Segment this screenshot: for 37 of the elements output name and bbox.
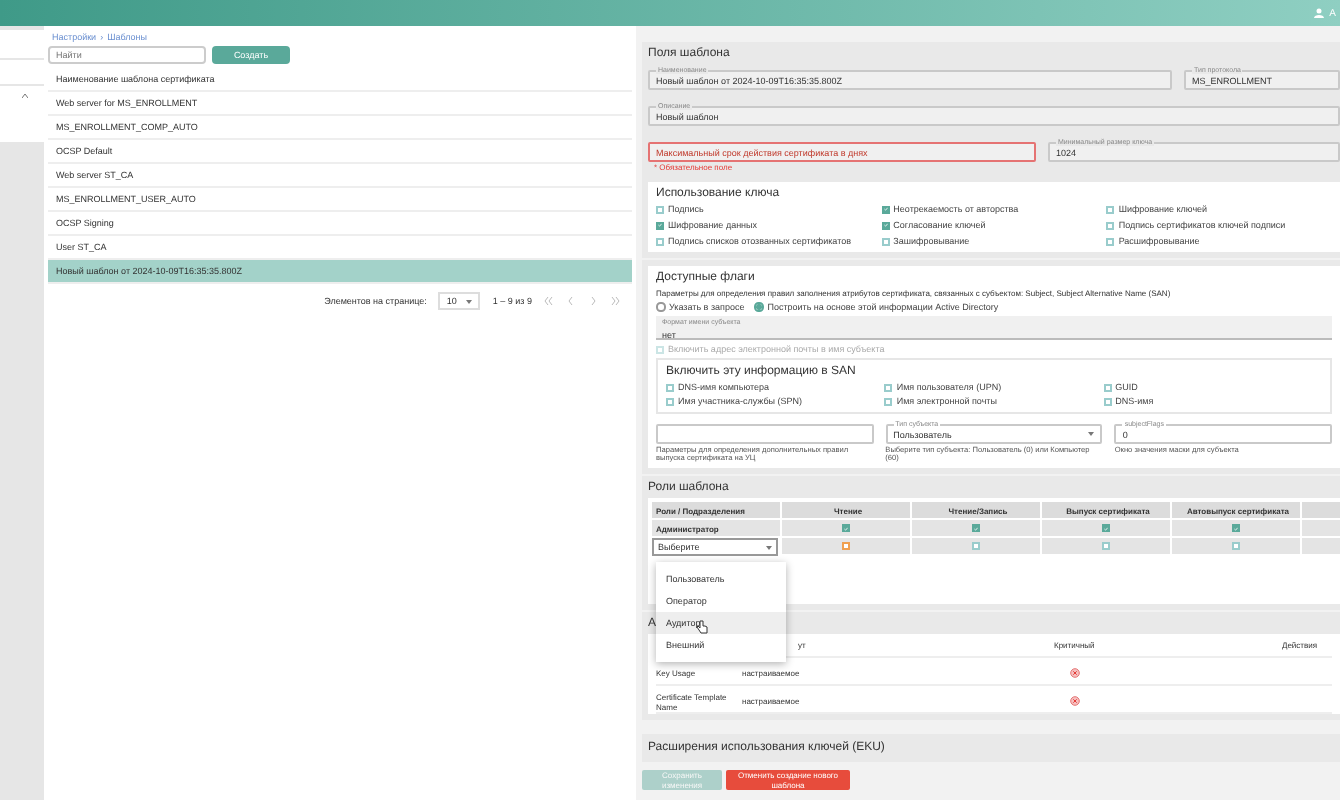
radio-button[interactable] bbox=[656, 302, 665, 312]
checkbox[interactable] bbox=[1106, 237, 1115, 245]
checkbox[interactable] bbox=[666, 383, 674, 391]
caret-icon bbox=[466, 299, 473, 303]
checkbox[interactable] bbox=[656, 221, 664, 229]
checkbox[interactable] bbox=[1103, 383, 1112, 391]
caret-icon bbox=[1088, 432, 1095, 436]
checkbox[interactable] bbox=[972, 542, 980, 550]
user-icon[interactable] bbox=[1313, 8, 1324, 18]
checkbox[interactable] bbox=[1232, 542, 1240, 550]
checkbox[interactable] bbox=[884, 383, 893, 391]
checkbox[interactable] bbox=[1106, 205, 1115, 213]
caret-icon bbox=[766, 545, 772, 549]
sidebar-item[interactable] bbox=[0, 30, 44, 58]
hand-cursor-icon bbox=[696, 620, 708, 634]
checkbox[interactable] bbox=[656, 237, 664, 245]
checkbox[interactable] bbox=[656, 205, 664, 213]
checkbox[interactable] bbox=[1106, 221, 1115, 229]
next-page-icon[interactable] bbox=[588, 296, 598, 306]
checkbox[interactable] bbox=[881, 221, 890, 229]
checkbox[interactable] bbox=[881, 205, 890, 213]
sidebar-item[interactable] bbox=[0, 60, 44, 84]
checkbox[interactable] bbox=[1232, 524, 1240, 532]
checkbox[interactable] bbox=[884, 397, 893, 405]
text-field[interactable] bbox=[656, 424, 874, 444]
checkbox[interactable] bbox=[666, 397, 674, 405]
checkbox[interactable] bbox=[1102, 524, 1110, 532]
last-page-icon[interactable] bbox=[610, 296, 620, 306]
radio-button[interactable] bbox=[754, 302, 764, 312]
checkbox[interactable] bbox=[972, 524, 980, 532]
previous-page-icon[interactable] bbox=[566, 296, 576, 306]
checkbox[interactable] bbox=[1103, 397, 1112, 405]
first-page-icon[interactable] bbox=[544, 296, 554, 306]
checkbox[interactable] bbox=[842, 524, 850, 532]
checkbox[interactable] bbox=[842, 542, 850, 550]
checkbox[interactable] bbox=[1102, 542, 1110, 550]
checkbox[interactable] bbox=[881, 237, 890, 245]
